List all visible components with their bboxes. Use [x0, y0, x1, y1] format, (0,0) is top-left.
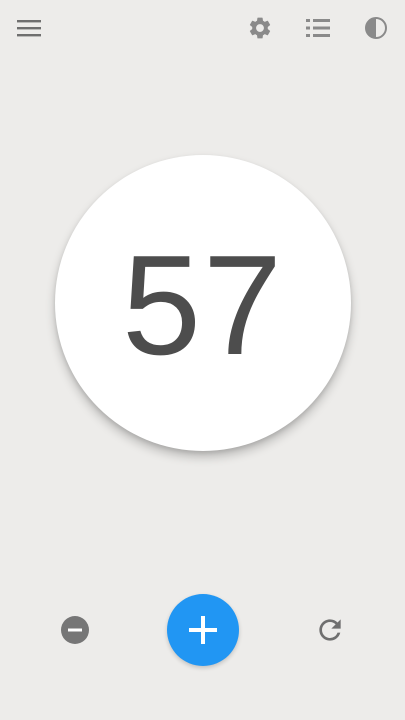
counter-value: 57	[122, 226, 284, 385]
minus-icon	[68, 628, 82, 632]
list-icon	[306, 19, 330, 37]
refresh-icon	[319, 619, 341, 641]
settings-button[interactable]	[242, 10, 278, 46]
list-button[interactable]	[300, 10, 336, 46]
decrement-button[interactable]	[61, 616, 89, 644]
menu-button[interactable]	[11, 10, 47, 46]
counter-display[interactable]: 57	[55, 155, 351, 451]
reset-button[interactable]	[312, 612, 348, 648]
menu-icon	[17, 20, 41, 37]
plus-icon	[189, 616, 217, 644]
contrast-icon	[365, 17, 387, 39]
increment-button[interactable]	[167, 594, 239, 666]
theme-button[interactable]	[358, 10, 394, 46]
gear-icon	[249, 17, 271, 39]
top-toolbar	[0, 0, 405, 58]
